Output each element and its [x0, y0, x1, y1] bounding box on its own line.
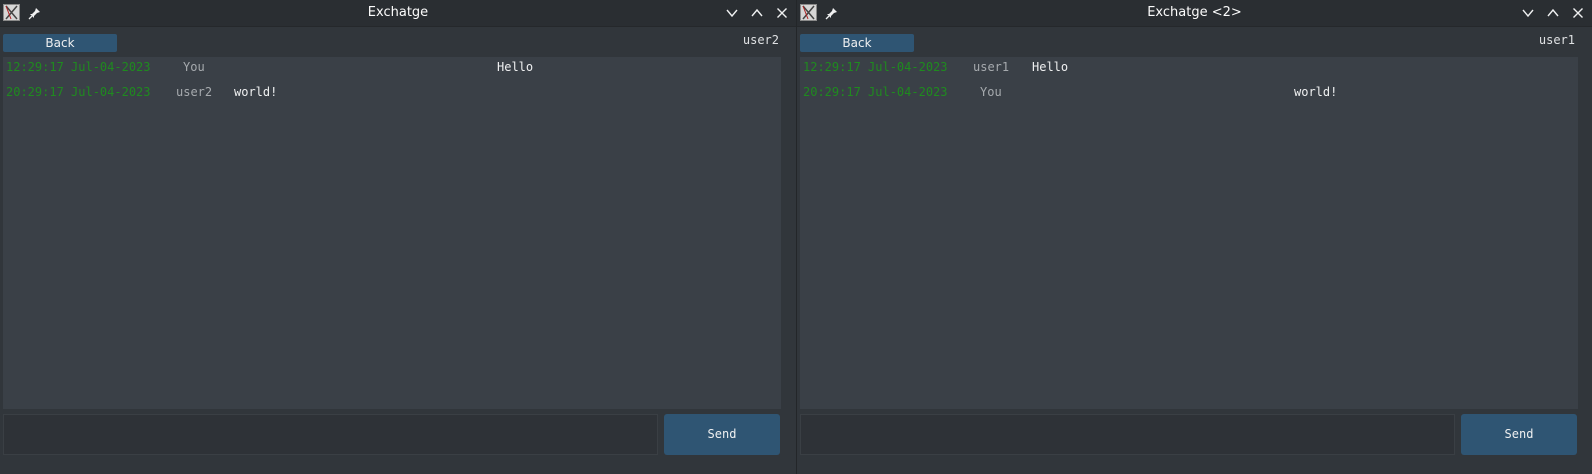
message-timestamp: 12:29:17 Jul-04-2023 — [803, 60, 948, 74]
close-icon[interactable] — [774, 5, 790, 21]
window-title: Exchatge — [367, 5, 429, 20]
chevron-down-icon[interactable] — [724, 5, 740, 21]
title-bar[interactable]: Exchatge — [0, 0, 796, 27]
chat-window-left: Exchatge Back user2 12:29:17 Jul-04-2023… — [0, 0, 796, 474]
close-icon[interactable] — [1570, 5, 1586, 21]
message-sender: user1 — [973, 60, 1010, 74]
message-list[interactable]: 12:29:17 Jul-04-2023 You Hello 20:29:17 … — [3, 57, 781, 409]
message-text: world! — [234, 85, 278, 99]
message-sender: user2 — [176, 85, 213, 99]
message-row: 12:29:17 Jul-04-2023 You Hello — [6, 60, 778, 78]
message-row: 12:29:17 Jul-04-2023 user1 Hello — [803, 60, 1575, 78]
chevron-up-icon[interactable] — [749, 5, 765, 21]
send-button[interactable]: Send — [1461, 414, 1577, 455]
message-sender: You — [980, 85, 1002, 99]
window-title: Exchatge <2> — [1147, 5, 1242, 20]
message-text: Hello — [1032, 60, 1069, 74]
peer-username: user1 — [1538, 33, 1575, 47]
message-row: 20:29:17 Jul-04-2023 You world! — [803, 85, 1575, 103]
chevron-down-icon[interactable] — [1520, 5, 1536, 21]
message-row: 20:29:17 Jul-04-2023 user2 world! — [6, 85, 778, 103]
chat-window-right: Exchatge <2> Back user1 12:29:17 Jul-04-… — [797, 0, 1592, 474]
message-timestamp: 12:29:17 Jul-04-2023 — [6, 60, 151, 74]
chevron-up-icon[interactable] — [1545, 5, 1561, 21]
send-button[interactable]: Send — [664, 414, 780, 455]
message-list[interactable]: 12:29:17 Jul-04-2023 user1 Hello 20:29:1… — [800, 57, 1578, 409]
title-bar[interactable]: Exchatge <2> — [797, 0, 1592, 27]
message-text: world! — [1294, 85, 1338, 99]
message-sender: You — [183, 60, 205, 74]
back-button[interactable]: Back — [3, 34, 117, 52]
message-timestamp: 20:29:17 Jul-04-2023 — [803, 85, 948, 99]
message-timestamp: 20:29:17 Jul-04-2023 — [6, 85, 151, 99]
back-button[interactable]: Back — [800, 34, 914, 52]
message-text: Hello — [497, 60, 534, 74]
peer-username: user2 — [742, 33, 779, 47]
message-input[interactable] — [800, 414, 1455, 455]
message-input[interactable] — [3, 414, 658, 455]
